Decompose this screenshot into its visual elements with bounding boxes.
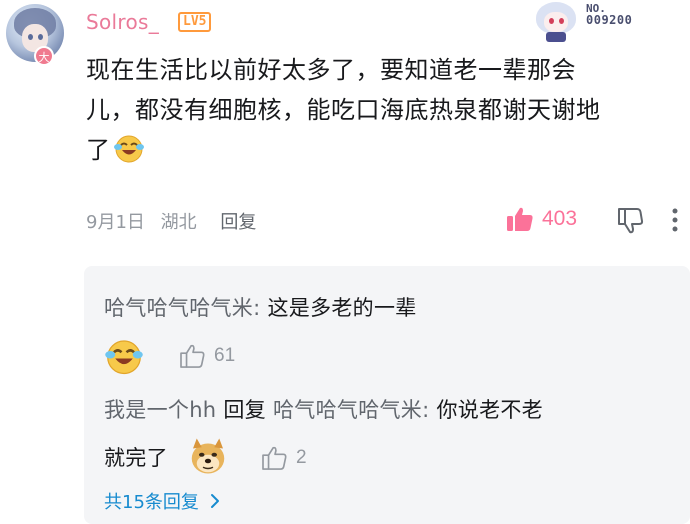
reply-target[interactable]: 哈气哈气哈气米 xyxy=(273,398,422,422)
laughing-crying-emoji-icon xyxy=(105,340,143,375)
dislike-button[interactable] xyxy=(616,206,644,238)
reply-text: 就完了 xyxy=(104,446,168,470)
fan-badge: NO. 009200 xyxy=(528,0,688,44)
thumbs-down-icon xyxy=(618,208,644,234)
reply-separator: : xyxy=(422,398,430,422)
thumbs-up-icon xyxy=(262,446,287,470)
total-replies-label: 共15条回复 xyxy=(104,492,199,513)
doge-emoji-icon xyxy=(191,438,225,474)
comment-date: 9月1日 xyxy=(86,212,145,233)
comment-line: 儿，都没有细胞核，能吃口海底热泉都谢天谢地 xyxy=(86,96,601,124)
fan-badge-number: 009200 xyxy=(586,13,633,27)
avatar-badge: 大 xyxy=(34,46,54,66)
reply-item: 我是一个hh 回复 哈气哈气哈气米: 你说老不老 xyxy=(104,394,543,424)
username[interactable]: Solros_ xyxy=(86,10,159,34)
comment-meta: 9月1日 湖北 回复 xyxy=(86,208,266,234)
reply-author[interactable]: 我是一个hh xyxy=(104,398,216,422)
reply-item-continued: 就完了 xyxy=(104,442,168,472)
thumbs-up-icon xyxy=(180,344,205,368)
level-badge: LV5 xyxy=(178,12,212,32)
chevron-right-icon xyxy=(210,494,219,508)
more-options-button[interactable] xyxy=(670,206,680,238)
thumbs-up-filled-icon xyxy=(507,207,533,231)
like-count: 403 xyxy=(542,207,578,230)
reply-to-label: 回复 xyxy=(223,398,267,422)
reply-separator: : xyxy=(253,296,261,320)
laughing-crying-emoji-icon xyxy=(113,135,144,163)
comment-line: 现在生活比以前好太多了，要知道老一辈那会 xyxy=(86,56,576,84)
reply-like-button[interactable]: 2 xyxy=(262,446,307,470)
comment-line: 了 xyxy=(86,136,111,164)
comment-location: 湖北 xyxy=(160,212,197,233)
reply-button[interactable]: 回复 xyxy=(220,212,256,233)
comment-line-last: 了 xyxy=(86,130,666,170)
fan-badge-character-icon xyxy=(528,0,584,44)
reply-text: 这是多老的一辈 xyxy=(267,296,417,320)
replies-panel: 哈气哈气哈气米: 这是多老的一辈 61 我是一个hh 回复 哈气哈气哈气米: 你… xyxy=(84,266,690,524)
comment-content: 现在生活比以前好太多了，要知道老一辈那会 儿，都没有细胞核，能吃口海底热泉都谢天… xyxy=(86,50,666,170)
reply-like-button[interactable]: 61 xyxy=(180,344,235,368)
reply-item: 哈气哈气哈气米: 这是多老的一辈 xyxy=(104,292,417,322)
reply-like-count: 61 xyxy=(214,345,236,366)
like-button[interactable]: 403 xyxy=(506,206,577,232)
avatar-eye xyxy=(38,34,43,40)
reply-author[interactable]: 哈气哈气哈气米 xyxy=(104,296,253,320)
avatar-eye xyxy=(28,34,33,40)
reply-text: 你说老不老 xyxy=(436,398,543,422)
reply-like-count: 2 xyxy=(296,447,307,468)
more-vertical-icon xyxy=(672,208,678,232)
view-all-replies-link[interactable]: 共15条回复 xyxy=(104,488,221,514)
